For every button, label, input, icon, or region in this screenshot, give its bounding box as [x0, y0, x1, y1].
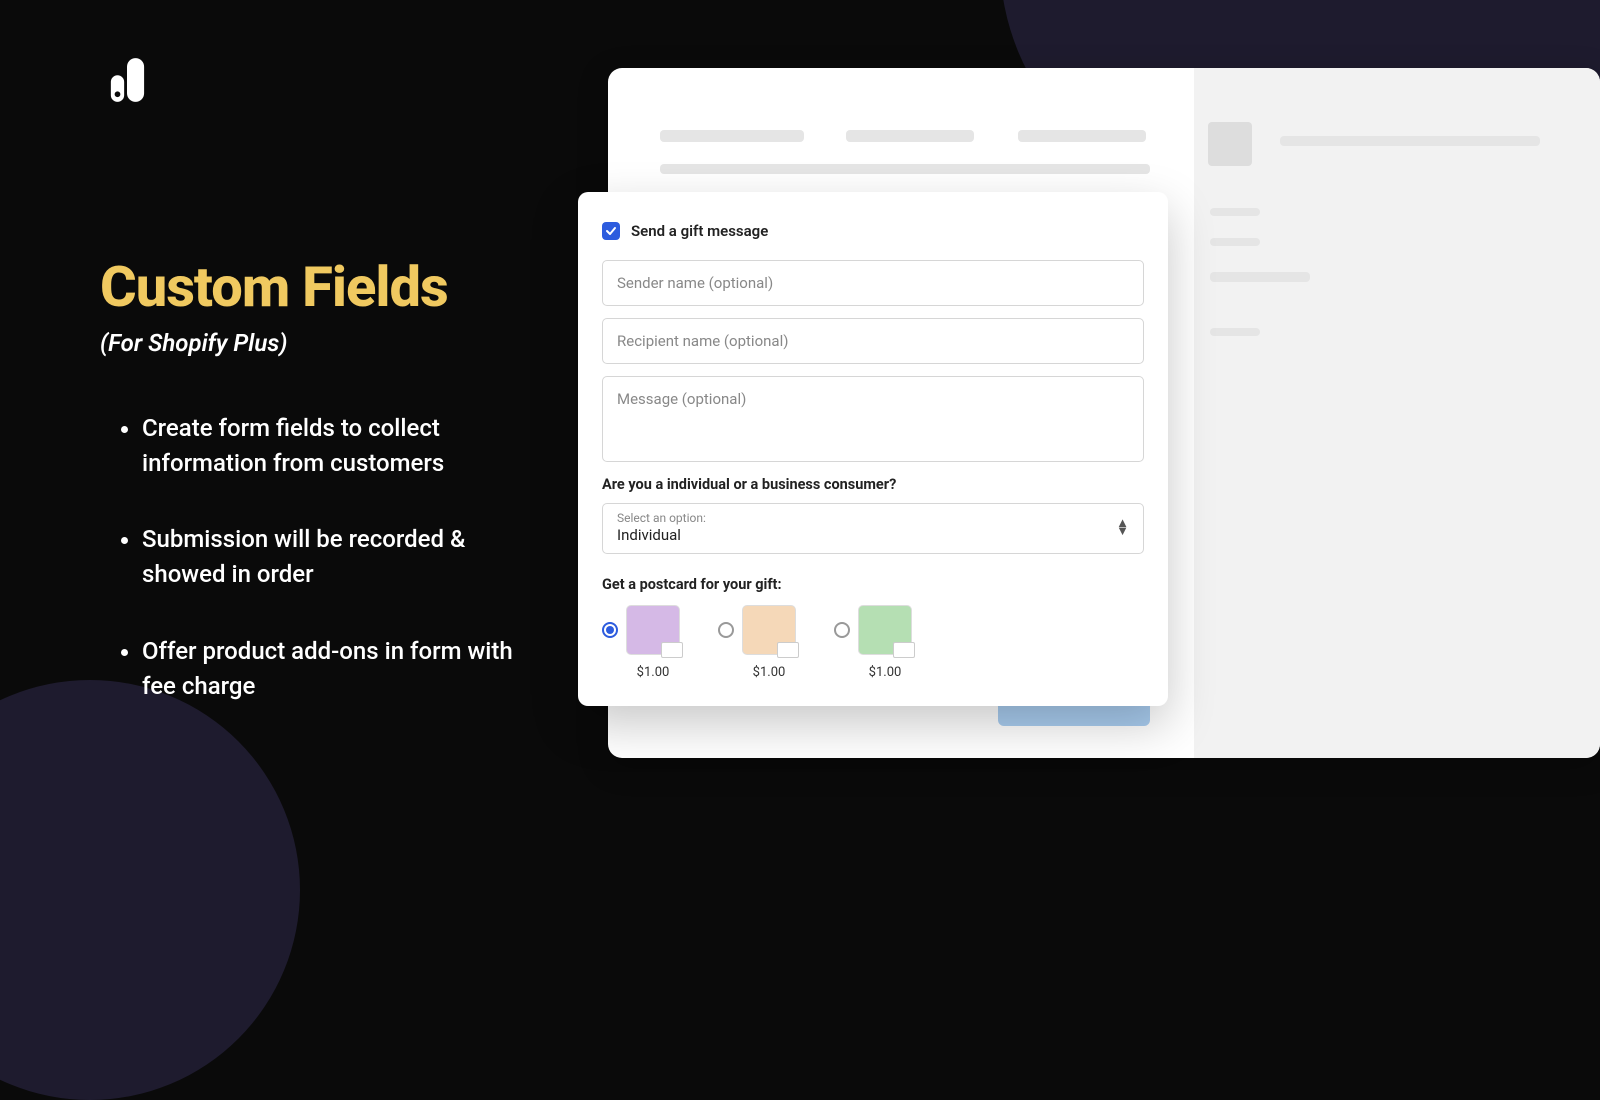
postcard-price: $1.00 [753, 665, 786, 680]
postcard-thumbnail[interactable] [858, 605, 912, 655]
message-textarea[interactable]: Message (optional) [602, 376, 1144, 462]
skeleton-bar [1210, 272, 1310, 282]
page-title: Custom Fields [100, 258, 550, 317]
consumer-type-label: Are you a individual or a business consu… [602, 476, 1144, 493]
postcard-radio[interactable] [718, 622, 734, 638]
skeleton-bar [1210, 328, 1260, 336]
mock-summary-panel [1194, 68, 1600, 758]
feature-item: Offer product add-ons in form with fee c… [142, 634, 550, 704]
postcard-label: Get a postcard for your gift: [602, 576, 1144, 593]
postcard-price: $1.00 [869, 665, 902, 680]
recipient-name-input[interactable]: Recipient name (optional) [602, 318, 1144, 364]
skeleton-bar [660, 130, 804, 142]
postcard-option: $1.00 [834, 605, 912, 680]
custom-fields-card: Send a gift message Sender name (optiona… [578, 192, 1168, 706]
gift-message-label: Send a gift message [631, 222, 768, 240]
skeleton-bar [1210, 208, 1260, 216]
gift-message-checkbox[interactable] [602, 222, 620, 240]
skeleton-bar [1280, 136, 1540, 146]
postcard-radio[interactable] [602, 622, 618, 638]
consumer-type-select[interactable]: Select an option: Individual ▲▼ [602, 503, 1144, 554]
postcard-radio[interactable] [834, 622, 850, 638]
skeleton-bar [1018, 130, 1146, 142]
skeleton-thumb [1208, 122, 1252, 166]
postcard-thumbnail[interactable] [742, 605, 796, 655]
postcard-options: $1.00 $1.00 $1.00 [602, 605, 1144, 680]
postcard-price: $1.00 [637, 665, 670, 680]
postcard-option: $1.00 [602, 605, 680, 680]
brand-logo [108, 56, 146, 104]
skeleton-bar [660, 164, 1150, 174]
feature-list: Create form fields to collect informatio… [100, 411, 550, 704]
postcard-thumbnail[interactable] [626, 605, 680, 655]
feature-item: Submission will be recorded & showed in … [142, 522, 550, 592]
sender-name-input[interactable]: Sender name (optional) [602, 260, 1144, 306]
check-icon [605, 225, 617, 237]
feature-item: Create form fields to collect informatio… [142, 411, 550, 481]
page-subtitle: (For Shopify Plus) [100, 329, 550, 357]
skeleton-bar [846, 130, 974, 142]
select-caption: Select an option: [617, 511, 706, 525]
chevron-updown-icon: ▲▼ [1116, 520, 1129, 536]
skeleton-bar [1210, 238, 1260, 246]
postcard-option: $1.00 [718, 605, 796, 680]
select-value: Individual [617, 526, 706, 544]
